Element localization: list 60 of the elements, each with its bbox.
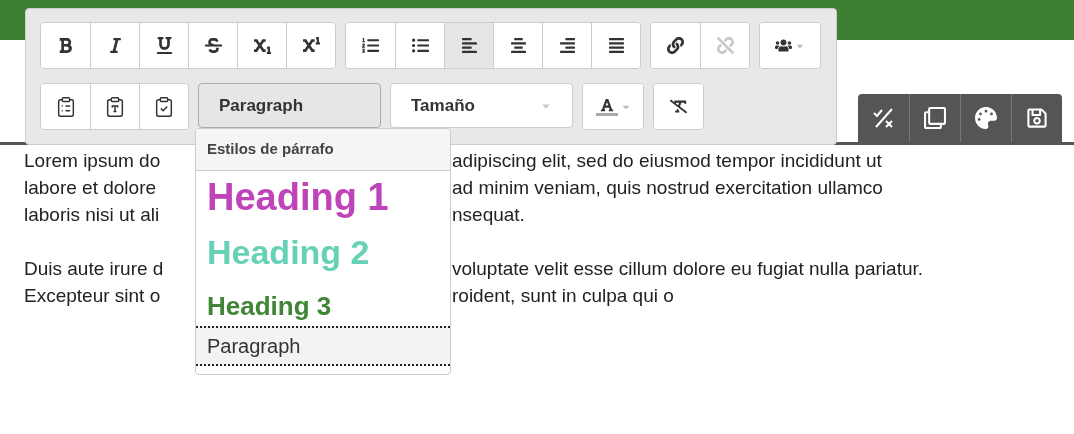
toolbar-button[interactable] (286, 23, 335, 68)
toolbar-button[interactable] (654, 84, 703, 129)
paragraph-text: laboris nisi ut ali (24, 204, 160, 225)
unlink-icon (716, 37, 734, 54)
align-center-icon (509, 37, 527, 54)
underline-icon (155, 37, 173, 54)
link-icon (667, 37, 684, 54)
paragraph-text: labore et dolore (24, 177, 157, 198)
toolbar-button[interactable] (493, 23, 542, 68)
paragraph-text: ad minim veniam, quis nostrud exercitation ullamco (452, 176, 883, 200)
text-color-icon (595, 97, 618, 116)
paragraph-text: Excepteur sint o (24, 285, 161, 306)
toolbar-button[interactable] (591, 23, 640, 68)
clear-format-icon (670, 98, 687, 115)
toolbar-button[interactable] (583, 84, 643, 129)
subscript-icon (253, 37, 271, 54)
align-left-icon (460, 37, 478, 54)
numbered-list-icon (362, 37, 379, 54)
toolbar-button[interactable] (41, 84, 90, 129)
toolbar-button[interactable] (346, 23, 395, 68)
toolbar-button[interactable] (651, 23, 700, 68)
style-select[interactable]: Tamaño (390, 83, 573, 128)
toolbar-button[interactable] (237, 23, 286, 68)
superscript-icon (302, 37, 320, 54)
toolbar-button[interactable] (139, 84, 188, 129)
paragraph-text: voluptate velit esse cillum dolore eu fugiat nulla pariatur. (452, 257, 924, 281)
style-select[interactable]: Paragraph (198, 83, 381, 128)
menu-title: Estilos de párrafo (196, 129, 450, 171)
bold-icon (57, 37, 74, 54)
toolbar-button[interactable] (542, 23, 591, 68)
clipboard-check-icon (153, 95, 175, 118)
paragraph-text: roident, sunt in culpa qui o (452, 284, 674, 308)
paragraph-text: nsequat. (452, 203, 525, 227)
action-button[interactable] (1011, 94, 1062, 142)
strikethrough-icon (204, 37, 222, 54)
action-button[interactable] (858, 94, 909, 142)
bullet-list-icon (411, 37, 429, 54)
toolbar-button[interactable] (90, 23, 139, 68)
toolbar-button[interactable] (188, 23, 237, 68)
paragraph-text: Duis aute irure d (24, 258, 164, 279)
menu-item[interactable]: Paragraph (196, 326, 450, 367)
align-right-icon (558, 37, 576, 54)
toolbar-button[interactable] (760, 23, 820, 68)
duplicate-icon (924, 107, 946, 129)
save-icon (1026, 107, 1048, 129)
toolbar-button[interactable] (139, 23, 188, 68)
action-button[interactable] (909, 94, 960, 142)
palette-icon (975, 107, 997, 129)
toolbar-button[interactable] (395, 23, 444, 68)
users-icon (775, 37, 792, 54)
paragraph-text: adipiscing elit, sed do eiusmod tempor incididunt ut (452, 149, 882, 173)
action-button[interactable] (960, 94, 1011, 142)
clipboard-text-icon (104, 95, 126, 118)
toolbar-button[interactable] (41, 23, 90, 68)
menu-item[interactable]: Heading 1 (196, 170, 450, 225)
menu-item[interactable]: Heading 3 (196, 280, 450, 327)
justify-icon (607, 37, 625, 54)
toolbar-button[interactable] (90, 84, 139, 129)
paragraph-text: Lorem ipsum do (24, 150, 161, 171)
spellcheck-icon (871, 106, 896, 130)
